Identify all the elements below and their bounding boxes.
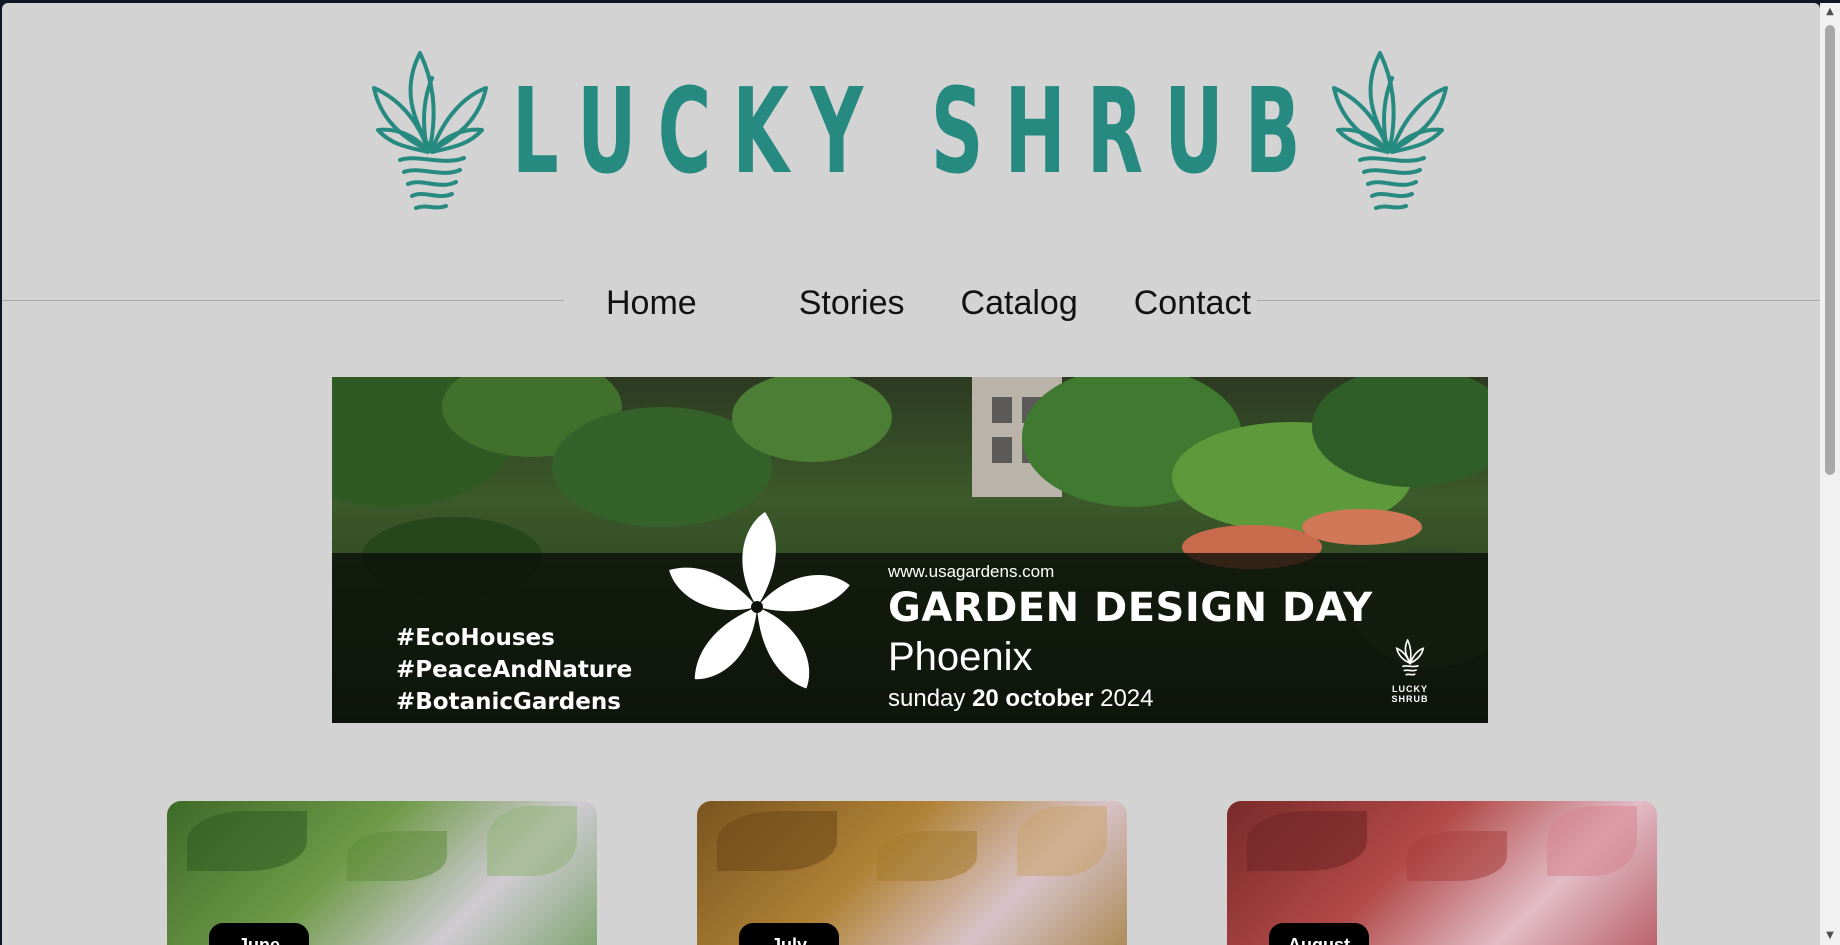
month-card-august[interactable]: August (1227, 801, 1657, 945)
nav-stories-link[interactable]: Stories (771, 279, 933, 327)
hashtag: #EcoHouses (396, 625, 555, 651)
month-badge: July (739, 923, 839, 945)
site-logo[interactable]: LUCKY SHRUB (372, 48, 1448, 218)
banner-city: Phoenix (888, 635, 1033, 679)
nav-contact-link[interactable]: Contact (1106, 279, 1279, 327)
potted-plant-icon (372, 51, 488, 210)
chevron-down-icon[interactable]: ▼ (1820, 927, 1840, 945)
banner-hashtags: #EcoHouses #PeaceAndNature #BotanicGarde… (396, 622, 632, 718)
banner-date: sunday 20 october 2024 (888, 685, 1154, 712)
hashtag: #PeaceAndNature (396, 657, 633, 683)
main-nav: Home Stories Catalog Contact (567, 279, 1257, 327)
banner-headline: GARDEN DESIGN DAY (888, 585, 1373, 631)
hashtag: #BotanicGardens (396, 689, 621, 715)
flower-icon (669, 512, 850, 689)
vertical-scrollbar[interactable]: ▲ ▼ (1820, 3, 1840, 945)
month-card-june[interactable]: June (167, 801, 597, 945)
browser-viewport: LUCKY SHRUB Home Stories Catalog Contact (2, 3, 1820, 945)
event-banner[interactable]: #EcoHouses #PeaceAndNature #BotanicGarde… (332, 377, 1488, 723)
chevron-up-icon[interactable]: ▲ (1820, 3, 1840, 21)
nav-catalog-link[interactable]: Catalog (933, 279, 1106, 327)
potted-plant-icon (1332, 51, 1448, 210)
nav-divider-left (2, 300, 564, 301)
banner-mini-logo: LUCKY SHRUB (1388, 638, 1432, 711)
potted-plant-icon (1395, 638, 1425, 676)
month-badge: June (209, 923, 309, 945)
scrollbar-thumb[interactable] (1825, 25, 1835, 475)
nav-divider-right (1257, 300, 1820, 301)
month-badge: August (1269, 923, 1369, 945)
brand-wordmark: LUCKY SHRUB (512, 62, 1322, 200)
month-card-july[interactable]: July (697, 801, 1127, 945)
banner-website: www.usagardens.com (888, 562, 1055, 581)
nav-home-link[interactable]: Home (567, 279, 771, 327)
